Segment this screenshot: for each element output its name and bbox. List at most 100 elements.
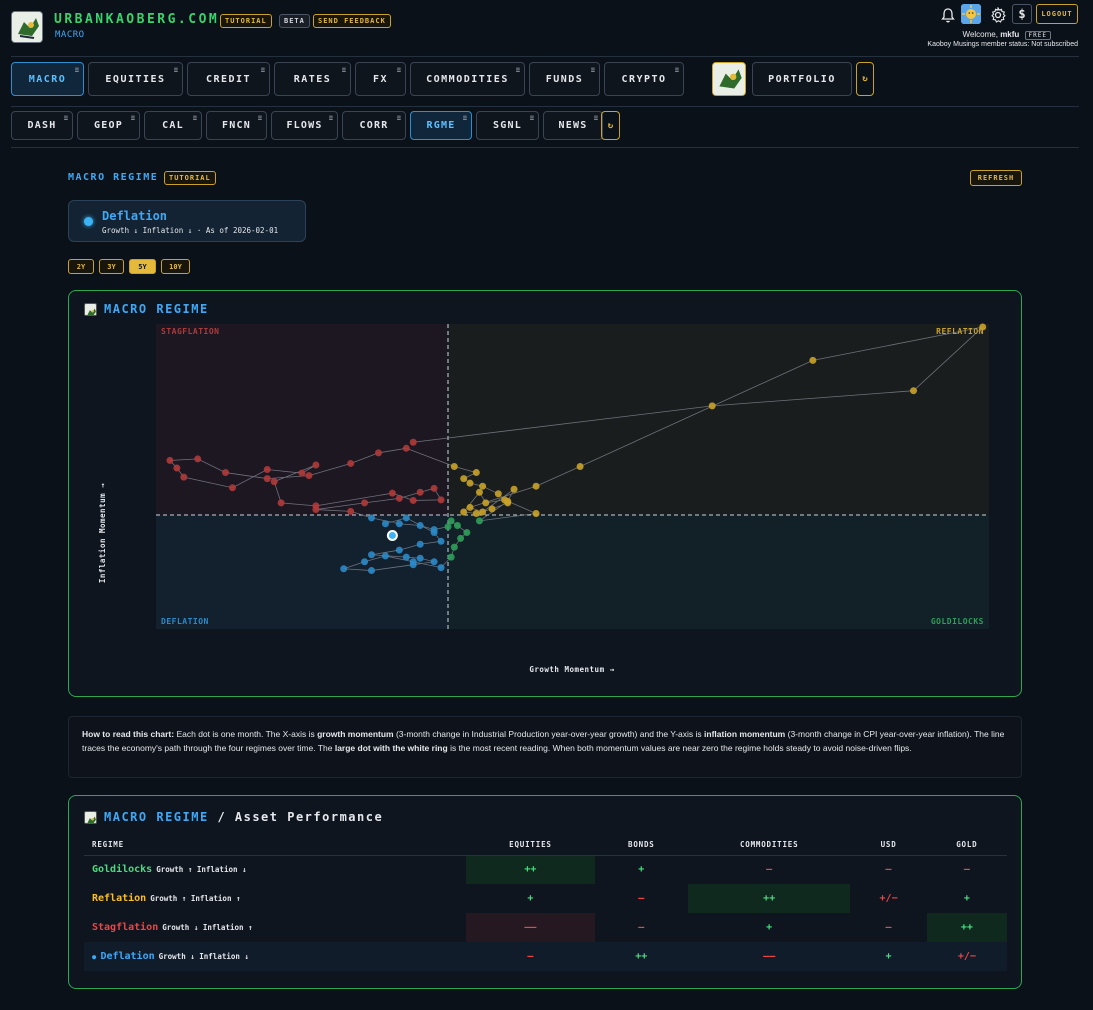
data-point (402, 444, 410, 452)
menu-icon[interactable]: ≡ (131, 114, 135, 122)
subnav-label: GEOP (94, 120, 123, 131)
performance-cell: + (850, 942, 927, 971)
send-feedback-button[interactable]: SEND FEEDBACK (313, 14, 391, 28)
perf-title-suffix: / Asset Performance (217, 810, 384, 824)
data-point (463, 529, 471, 537)
nav-commodities[interactable]: COMMODITIES ≡ (410, 62, 525, 96)
data-point (466, 503, 474, 511)
regime-meta: Growth ↓ Inflation ↑ (162, 923, 253, 932)
performance-cell: – (963, 864, 970, 876)
range-10y-button[interactable]: 10Y (161, 259, 190, 274)
menu-icon[interactable]: ≡ (193, 114, 197, 122)
data-point (228, 484, 236, 492)
data-point (457, 534, 465, 542)
subnav-cal[interactable]: CAL ≡ (144, 111, 202, 140)
subnav-dash[interactable]: DASH ≡ (11, 111, 73, 140)
menu-icon[interactable]: ≡ (675, 66, 679, 74)
dollar-icon[interactable]: $ (1012, 4, 1032, 24)
menu-icon[interactable]: ≡ (397, 66, 401, 74)
data-point (194, 455, 202, 463)
macro-regime-chart-panel: MACRO REGIME STAGFLATION REFLATION DEFLATI… (68, 290, 1022, 697)
site-logo[interactable] (11, 11, 43, 43)
range-5y-button[interactable]: 5Y (129, 259, 156, 274)
portfolio-logo[interactable] (712, 62, 746, 96)
tutorial-button[interactable]: TUTORIAL (220, 14, 272, 28)
nav-label: MACRO (28, 73, 67, 85)
menu-icon[interactable]: ≡ (258, 114, 262, 122)
data-point (416, 540, 424, 548)
menu-icon[interactable]: ≡ (530, 114, 534, 122)
nav-macro[interactable]: MACRO ≡ (11, 62, 84, 96)
nav-fx[interactable]: FX ≡ (355, 62, 406, 96)
col-header-gold: GOLD (926, 834, 1007, 856)
data-point (466, 479, 474, 487)
avatar-icon[interactable] (961, 4, 981, 24)
menu-icon[interactable]: ≡ (397, 114, 401, 122)
data-point (298, 469, 306, 477)
username: mkfu (1000, 30, 1020, 39)
data-point (576, 462, 584, 470)
bell-icon[interactable] (938, 5, 958, 25)
menu-icon[interactable]: ≡ (342, 66, 346, 74)
divider (11, 56, 1079, 57)
nav-crypto[interactable]: CRYPTO ≡ (604, 62, 684, 96)
data-point (430, 558, 438, 566)
nav-rates[interactable]: RATES ≡ (274, 62, 351, 96)
subnav-geop[interactable]: GEOP ≡ (77, 111, 140, 140)
data-point (277, 499, 285, 507)
subnav-sgnl[interactable]: SGNL ≡ (476, 111, 539, 140)
subnav-refresh-button[interactable]: ↻ (601, 111, 620, 140)
nav-funds[interactable]: FUNDS ≡ (529, 62, 600, 96)
nav-portfolio[interactable]: PORTFOLIO (752, 62, 852, 96)
brand-name[interactable]: URBANKAOBERG.COM (54, 12, 219, 27)
data-point (368, 514, 376, 522)
regime-scatter-chart: STAGFLATION REFLATIONDEFLATION GOLDILOCKSG… (98, 323, 989, 674)
nav-label: FX (372, 73, 389, 85)
howto-bold: large dot with the white ring (334, 743, 448, 753)
subnav-label: DASH (27, 120, 57, 131)
logout-button[interactable]: LOGOUT (1036, 4, 1078, 24)
nav-equities[interactable]: EQUITIES ≡ (88, 62, 183, 96)
subnav-news[interactable]: NEWS ≡ (543, 111, 603, 140)
data-point (347, 459, 355, 467)
data-point (347, 507, 355, 515)
subnav-fncn[interactable]: FNCN ≡ (206, 111, 267, 140)
menu-icon[interactable]: ≡ (261, 66, 265, 74)
regime-name: Deflation (100, 951, 155, 962)
col-header-usd: USD (850, 834, 927, 856)
subnav-flows[interactable]: FLOWS ≡ (271, 111, 338, 140)
menu-icon[interactable]: ≡ (329, 114, 333, 122)
gear-icon[interactable] (988, 5, 1008, 25)
nav-credit[interactable]: CREDIT ≡ (187, 62, 270, 96)
col-header-regime: REGIME (84, 834, 467, 856)
menu-icon[interactable]: ≡ (516, 66, 520, 74)
howto-bold: growth momentum (317, 729, 394, 739)
page-tutorial-button[interactable]: TUTORIAL (164, 171, 216, 185)
data-point (444, 523, 452, 531)
subnav-rgme[interactable]: RGME ≡ (410, 111, 472, 140)
performance-cell: – (466, 942, 595, 971)
data-point (488, 505, 496, 513)
howto-text: Each dot is one month. The X-axis is (174, 729, 318, 739)
data-point (979, 323, 987, 331)
performance-cell: + (963, 893, 970, 904)
menu-icon[interactable]: ≡ (591, 66, 595, 74)
range-3y-button[interactable]: 3Y (99, 259, 124, 274)
member-status: Kaoboy Musings member status: Not subscr… (927, 41, 1078, 48)
nav-refresh-button[interactable]: ↻ (856, 62, 874, 96)
menu-icon[interactable]: ≡ (463, 114, 467, 122)
range-2y-button[interactable]: 2Y (68, 259, 94, 274)
refresh-button[interactable]: REFRESH (970, 170, 1022, 186)
data-point (504, 497, 512, 505)
menu-icon[interactable]: ≡ (64, 114, 68, 122)
data-point (395, 520, 403, 528)
deflation-quadrant (156, 515, 448, 629)
menu-icon[interactable]: ≡ (75, 66, 79, 74)
subnav-corr[interactable]: CORR ≡ (342, 111, 406, 140)
performance-cell: + (766, 922, 773, 933)
menu-icon[interactable]: ≡ (594, 114, 598, 122)
subnav-label: SGNL (493, 120, 522, 131)
regime-meta: Growth ↑ Inflation ↓ (156, 865, 247, 875)
menu-icon[interactable]: ≡ (174, 66, 178, 74)
data-point (475, 517, 483, 525)
